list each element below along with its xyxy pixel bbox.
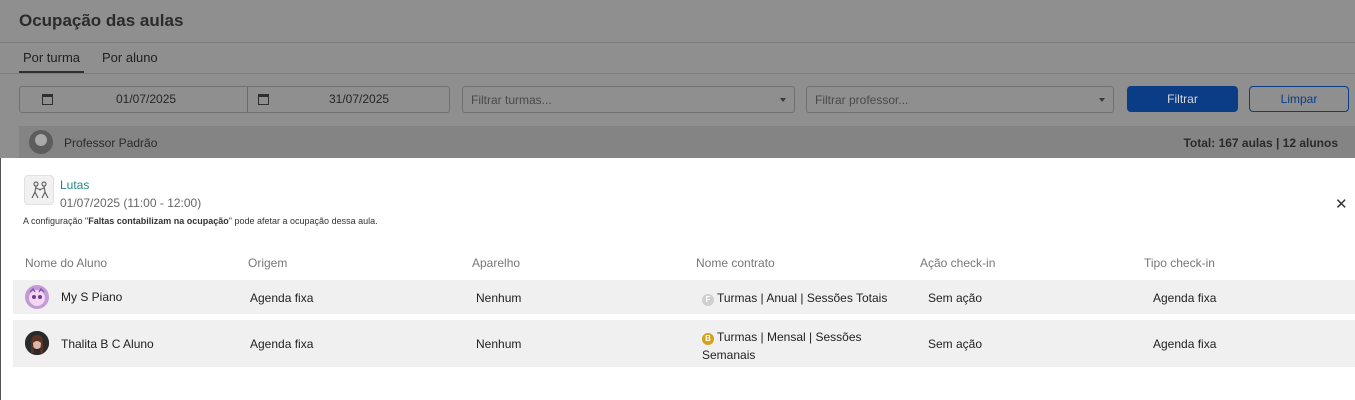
- date-start-value: 01/07/2025: [116, 92, 177, 106]
- avatar: [25, 331, 49, 355]
- avatar: [25, 285, 49, 309]
- occupancy-note: A configuração "Faltas contabilizam na o…: [23, 216, 378, 226]
- contract-badge: F: [702, 294, 714, 306]
- contract-name-line2: Semanais: [702, 348, 756, 362]
- aparelho-value: Nenhum: [476, 291, 522, 305]
- date-end-value: 31/07/2025: [329, 92, 390, 106]
- tabs-divider: [0, 73, 1355, 74]
- filter-button[interactable]: Filtrar: [1127, 86, 1238, 112]
- origem-value: Agenda fixa: [250, 291, 314, 305]
- student-name: My S Piano: [61, 290, 123, 304]
- student-name: Thalita B C Aluno: [61, 337, 154, 351]
- calendar-icon: [258, 94, 269, 105]
- caret-down-icon: [1099, 98, 1105, 102]
- calendar-icon: [42, 94, 53, 105]
- header-nome-contrato: Nome contrato: [696, 256, 775, 270]
- contract-name-line1: Turmas | Mensal | Sessões: [717, 330, 862, 344]
- acao-value: Sem ação: [928, 337, 983, 351]
- page-title: Ocupação das aulas: [19, 11, 184, 30]
- date-start-field[interactable]: 01/07/2025: [20, 87, 247, 112]
- contract-badge: B: [702, 333, 714, 345]
- turmas-placeholder: Filtrar turmas...: [471, 93, 552, 107]
- header-origem: Origem: [248, 256, 288, 270]
- professor-name: Professor Padrão: [64, 136, 158, 150]
- clear-button[interactable]: Limpar: [1249, 86, 1349, 112]
- professor-placeholder: Filtrar professor...: [815, 93, 909, 107]
- header-divider: [0, 42, 1355, 43]
- header-aparelho: Aparelho: [472, 256, 521, 270]
- table-row[interactable]: Thalita B C Aluno Agenda fixa Nenhum B Tu…: [13, 320, 1355, 367]
- martial-arts-icon: [24, 175, 54, 205]
- class-detail-panel: Lutas 01/07/2025 (11:00 - 12:00) ✕ A con…: [0, 158, 1355, 400]
- tab-por-turma[interactable]: Por turma: [19, 50, 84, 73]
- date-end-field[interactable]: 31/07/2025: [247, 87, 449, 112]
- background-overlay: Ocupação das aulas Por turma Por aluno 0…: [0, 0, 1355, 158]
- tab-por-aluno[interactable]: Por aluno: [102, 50, 158, 65]
- contract-cell: B Turmas | Mensal | Sessões Semanais: [702, 328, 862, 364]
- date-range-field[interactable]: 01/07/2025 31/07/2025: [19, 86, 450, 113]
- class-name: Lutas: [60, 178, 90, 192]
- aparelho-value: Nenhum: [476, 337, 522, 351]
- note-highlight: Faltas contabilizam na ocupação: [88, 216, 229, 226]
- tipo-value: Agenda fixa: [1153, 337, 1217, 351]
- close-icon[interactable]: ✕: [1335, 195, 1348, 213]
- table-row[interactable]: My S Piano Agenda fixa Nenhum F Turmas | …: [13, 280, 1355, 314]
- turmas-select[interactable]: Filtrar turmas...: [462, 86, 795, 113]
- contract-name: Turmas | Anual | Sessões Totais: [717, 291, 888, 305]
- class-time: 01/07/2025 (11:00 - 12:00): [60, 196, 202, 210]
- professor-bar[interactable]: Professor Padrão Total: 167 aulas | 12 a…: [19, 126, 1355, 158]
- professor-select[interactable]: Filtrar professor...: [806, 86, 1114, 113]
- acao-value: Sem ação: [928, 291, 983, 305]
- tipo-value: Agenda fixa: [1153, 291, 1217, 305]
- header-acao-checkin: Ação check-in: [920, 256, 996, 270]
- origem-value: Agenda fixa: [250, 337, 314, 351]
- header-tipo-checkin: Tipo check-in: [1144, 256, 1215, 270]
- avatar: [29, 130, 53, 154]
- contract-cell: F Turmas | Anual | Sessões Totais: [702, 291, 887, 306]
- header-nome-aluno: Nome do Aluno: [25, 256, 108, 270]
- total-summary: Total: 167 aulas | 12 alunos: [1183, 136, 1338, 150]
- caret-down-icon: [780, 98, 786, 102]
